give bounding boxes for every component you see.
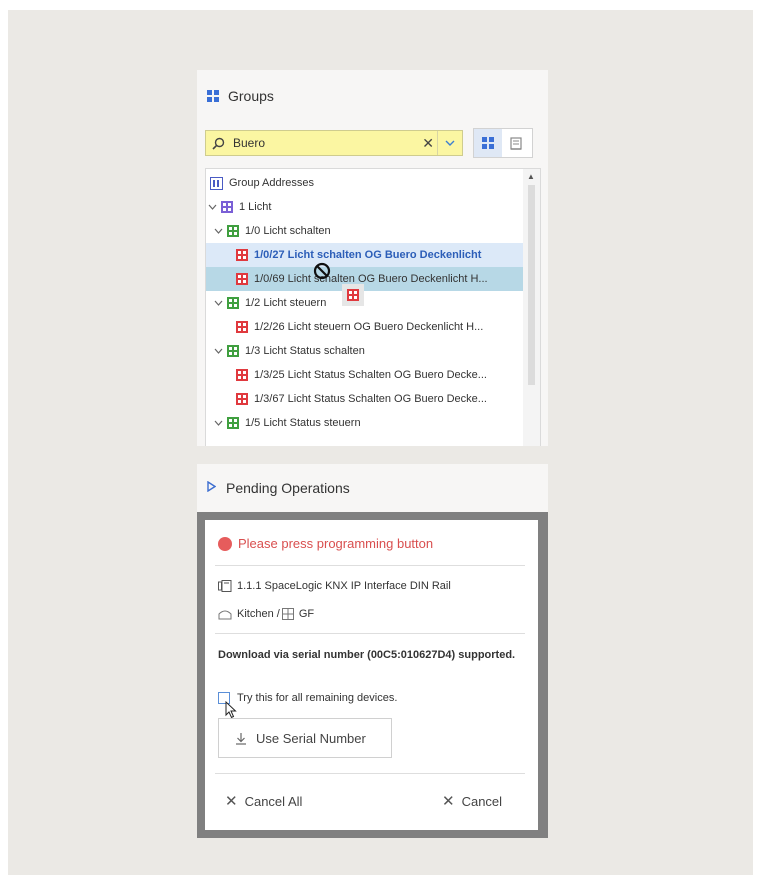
tree-item-group-address[interactable]: 1/0/69 Licht schalten OG Buero Deckenlic… <box>206 267 540 291</box>
tree-item-middle-group[interactable]: 1/3 Licht Status schalten <box>206 339 530 363</box>
no-drop-cursor-icon <box>313 262 331 285</box>
tree-item-group-address[interactable]: 1/0/27 Licht schalten OG Buero Deckenlic… <box>206 243 540 267</box>
status-text: Please press programming button <box>238 536 434 551</box>
scroll-up-icon[interactable]: ▲ <box>527 172 535 181</box>
chevron-down-icon <box>445 140 455 146</box>
tree-item-main-group[interactable]: 1 Licht <box>206 195 524 219</box>
group-addresses-icon <box>210 176 223 190</box>
play-icon <box>207 480 217 495</box>
error-dot-icon <box>218 536 232 551</box>
tree-item-middle-group[interactable]: 1/0 Licht schalten <box>206 219 530 243</box>
cancel-label: Cancel <box>461 793 503 809</box>
tree-item-label: Group Addresses <box>229 177 314 189</box>
tree-item-group-addresses[interactable]: Group Addresses <box>206 171 528 195</box>
tree-item-label: 1/0/27 Licht schalten OG Buero Deckenlic… <box>254 249 482 261</box>
all-devices-checkbox-row[interactable]: Try this for all remaining devices. <box>218 692 397 704</box>
search-dropdown-button[interactable] <box>437 131 462 155</box>
tree-item-label: 1/2 Licht steuern <box>245 297 327 309</box>
clear-search-icon[interactable]: ✕ <box>422 135 434 152</box>
chevron-down-icon[interactable] <box>212 300 224 306</box>
use-serial-number-button[interactable]: Use Serial Number <box>218 718 392 758</box>
building-view-button[interactable] <box>502 129 530 157</box>
tree-item-label: 1/3 Licht Status schalten <box>245 345 365 357</box>
search-icon <box>212 137 225 150</box>
pending-operations-header[interactable]: Pending Operations <box>197 464 548 512</box>
tree-item-label: 1/2/26 Licht steuern OG Buero Deckenlich… <box>254 321 484 333</box>
main-group-icon <box>221 201 233 213</box>
close-icon: ✕ <box>225 793 238 810</box>
din-rail-device-icon <box>218 580 232 592</box>
groups-icon <box>207 89 220 103</box>
tree-item-label: 1/3/67 Licht Status Schalten OG Buero De… <box>254 393 487 405</box>
tree-item-label: 1/0 Licht schalten <box>245 225 331 237</box>
divider <box>215 773 525 774</box>
group-address-icon <box>236 273 248 285</box>
tree-item-label: 1 Licht <box>239 201 272 213</box>
building-icon <box>510 136 522 150</box>
groups-header: Groups <box>197 70 548 122</box>
tree-item-label: 1/5 Licht Status steuern <box>245 417 361 429</box>
scrollbar-thumb[interactable] <box>528 185 535 385</box>
middle-group-icon <box>227 225 239 237</box>
cancel-all-label: Cancel All <box>244 793 303 809</box>
location-line: Kitchen / GF <box>218 608 314 620</box>
group-address-icon <box>236 393 248 405</box>
group-address-icon <box>236 321 248 333</box>
tree-item-group-address[interactable]: 1/2/26 Licht steuern OG Buero Deckenlich… <box>206 315 540 339</box>
search-row: ✕ <box>205 128 540 158</box>
middle-group-icon <box>227 345 239 357</box>
serial-download-message: Download via serial number (00C5:010627D… <box>218 649 516 661</box>
drag-ghost-icon <box>342 284 364 306</box>
search-box[interactable]: ✕ <box>205 130 463 156</box>
checkbox-label: Try this for all remaining devices. <box>237 692 398 704</box>
chevron-down-icon[interactable] <box>206 204 218 210</box>
cancel-all-button[interactable]: ✕ Cancel All <box>225 792 302 810</box>
grid-icon <box>481 136 494 149</box>
divider <box>215 565 525 566</box>
group-address-icon <box>236 249 248 261</box>
groups-title: Groups <box>228 88 274 104</box>
middle-group-icon <box>227 417 239 429</box>
close-icon: ✕ <box>442 793 455 810</box>
location-floor: GF <box>298 608 315 620</box>
view-toggle <box>473 128 533 158</box>
device-line: 1.1.1 SpaceLogic KNX IP Interface DIN Ra… <box>218 580 451 592</box>
pending-operations-title: Pending Operations <box>226 480 350 496</box>
room-icon <box>218 608 232 620</box>
divider <box>215 633 525 634</box>
location-room: Kitchen / <box>237 608 280 620</box>
search-input[interactable] <box>231 135 405 151</box>
tree-item-group-address[interactable]: 1/3/25 Licht Status Schalten OG Buero De… <box>206 363 540 387</box>
cancel-button[interactable]: ✕ Cancel <box>442 792 502 810</box>
tree-item-middle-group[interactable]: 1/5 Licht Status steuern <box>206 411 530 435</box>
programming-dialog: Please press programming button 1.1.1 Sp… <box>205 520 538 830</box>
group-address-icon <box>236 369 248 381</box>
chevron-down-icon[interactable] <box>212 228 224 234</box>
tree-item-label: 1/0/69 Licht schalten OG Buero Deckenlic… <box>254 273 488 285</box>
group-view-button[interactable] <box>474 129 502 157</box>
use-serial-number-label: Use Serial Number <box>256 730 366 746</box>
tree-item-middle-group[interactable]: 1/2 Licht steuern <box>206 291 530 315</box>
chevron-down-icon[interactable] <box>212 348 224 354</box>
tree-scrollbar[interactable]: ▲ <box>523 169 540 446</box>
status-message: Please press programming button <box>218 536 433 551</box>
tree-item-label: 1/3/25 Licht Status Schalten OG Buero De… <box>254 369 487 381</box>
tree-item-group-address[interactable]: 1/3/67 Licht Status Schalten OG Buero De… <box>206 387 540 411</box>
floor-icon <box>281 608 294 620</box>
middle-group-icon <box>227 297 239 309</box>
device-name: 1.1.1 SpaceLogic KNX IP Interface DIN Ra… <box>237 580 451 592</box>
groups-panel: Groups ✕ Group Address <box>197 70 548 446</box>
chevron-down-icon[interactable] <box>212 420 224 426</box>
download-icon <box>235 732 247 745</box>
group-tree: Group Addresses 1 Licht 1/0 Licht schalt… <box>205 168 541 446</box>
